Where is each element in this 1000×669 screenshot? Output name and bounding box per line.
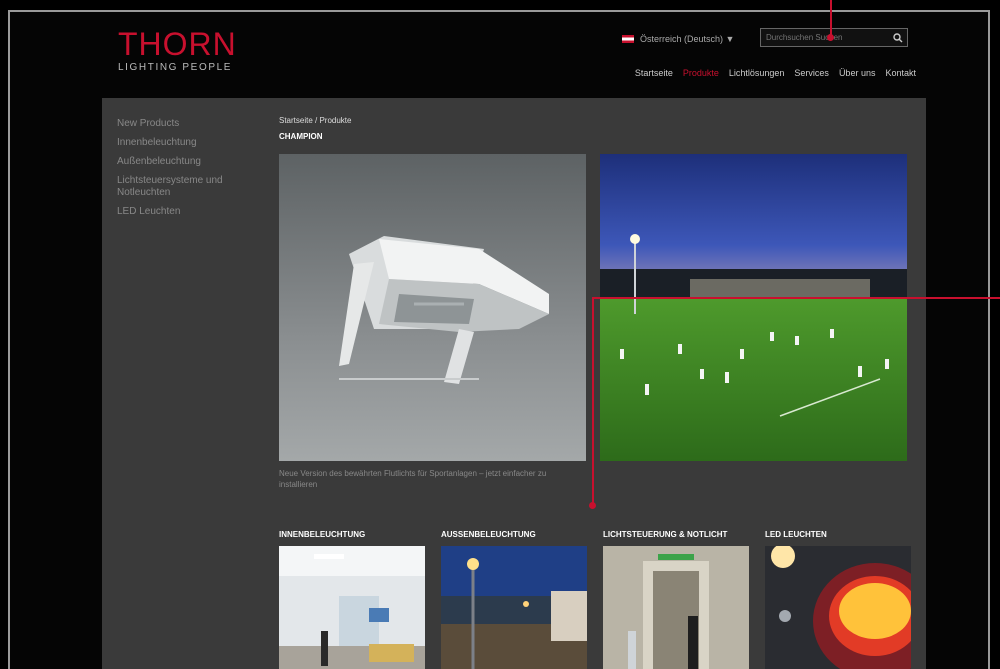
nav-ueber-uns[interactable]: Über uns [839,68,876,78]
annotation-marker [827,34,834,41]
logo-tagline: LIGHTING PEOPLE [118,62,233,73]
annotation-line [592,297,594,504]
sidebar-item-new-products[interactable]: New Products [117,118,257,130]
category-image-office[interactable] [279,546,425,669]
product-caption: Neue Version des bewährten Flutlichts fü… [279,469,547,489]
category-aussenbeleuchtung[interactable]: AUSSENBELEUCHTUNG [441,530,587,669]
nav-services[interactable]: Services [794,68,829,78]
nav-produkte[interactable]: Produkte [683,68,719,78]
search-box [760,28,908,47]
annotation-line [830,0,832,36]
main-nav: Startseite Produkte Lichtlösungen Servic… [635,68,916,78]
austria-flag-icon [622,35,634,43]
category-image-led[interactable] [765,546,911,669]
logo-wordmark: THORN [118,26,237,62]
sidebar: New Products Innenbeleuchtung Außenbeleu… [117,118,257,225]
category-title[interactable]: AUSSENBELEUCHTUNG [441,530,587,546]
category-title[interactable]: LED LEUCHTEN [765,530,911,546]
category-led-leuchten[interactable]: LED LEUCHTEN [765,530,911,669]
category-image-corridor[interactable] [603,546,749,669]
language-label: Österreich (Deutsch) ▼ [640,34,735,44]
breadcrumb[interactable]: Startseite / Produkte [279,116,909,125]
page-title: CHAMPION [279,132,323,141]
search-icon[interactable] [889,29,907,46]
sidebar-item-led-leuchten[interactable]: LED Leuchten [117,206,257,218]
main-content: Startseite / Produkte CHAMPION Neue Vers… [279,116,911,669]
annotation-line [592,297,1000,299]
category-title[interactable]: LICHTSTEUERUNG & NOTLICHT [603,530,749,546]
nav-kontakt[interactable]: Kontakt [885,68,916,78]
category-list: INNENBELEUCHTUNG AUSSENBELEUCHTUNG LICHT… [279,530,911,669]
product-image-stadium[interactable] [600,154,907,461]
sidebar-item-lichtsteuersysteme[interactable]: Lichtsteuersysteme und Notleuchten [117,175,257,199]
logo[interactable]: THORN LIGHTING PEOPLE [118,28,258,73]
sidebar-item-innenbeleuchtung[interactable]: Innenbeleuchtung [117,137,257,149]
category-title[interactable]: INNENBELEUCHTUNG [279,530,425,546]
category-innenbeleuchtung[interactable]: INNENBELEUCHTUNG [279,530,425,669]
annotation-marker [589,502,596,509]
product-image-floodlight[interactable] [279,154,586,461]
category-image-street[interactable] [441,546,587,669]
category-lichtsteuerung[interactable]: LICHTSTEUERUNG & NOTLICHT [603,530,749,669]
page-frame: THORN LIGHTING PEOPLE Österreich (Deutsc… [8,10,990,669]
content-panel: New Products Innenbeleuchtung Außenbeleu… [102,98,926,669]
nav-startseite[interactable]: Startseite [635,68,673,78]
search-input[interactable] [761,29,889,46]
nav-lichtloesungen[interactable]: Lichtlösungen [729,68,785,78]
header: THORN LIGHTING PEOPLE Österreich (Deutsc… [10,12,988,108]
sidebar-item-aussenbeleuchtung[interactable]: Außenbeleuchtung [117,156,257,168]
language-selector[interactable]: Österreich (Deutsch) ▼ [622,32,734,46]
